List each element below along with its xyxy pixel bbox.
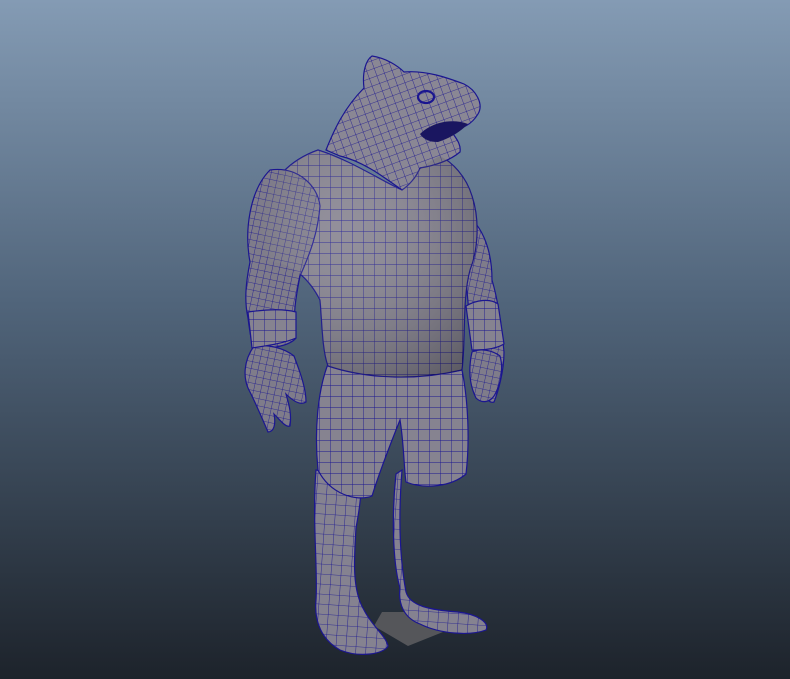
viewport-canvas[interactable] [0,0,790,679]
3d-viewport[interactable] [0,0,790,679]
model-wristband-back [465,299,505,351]
